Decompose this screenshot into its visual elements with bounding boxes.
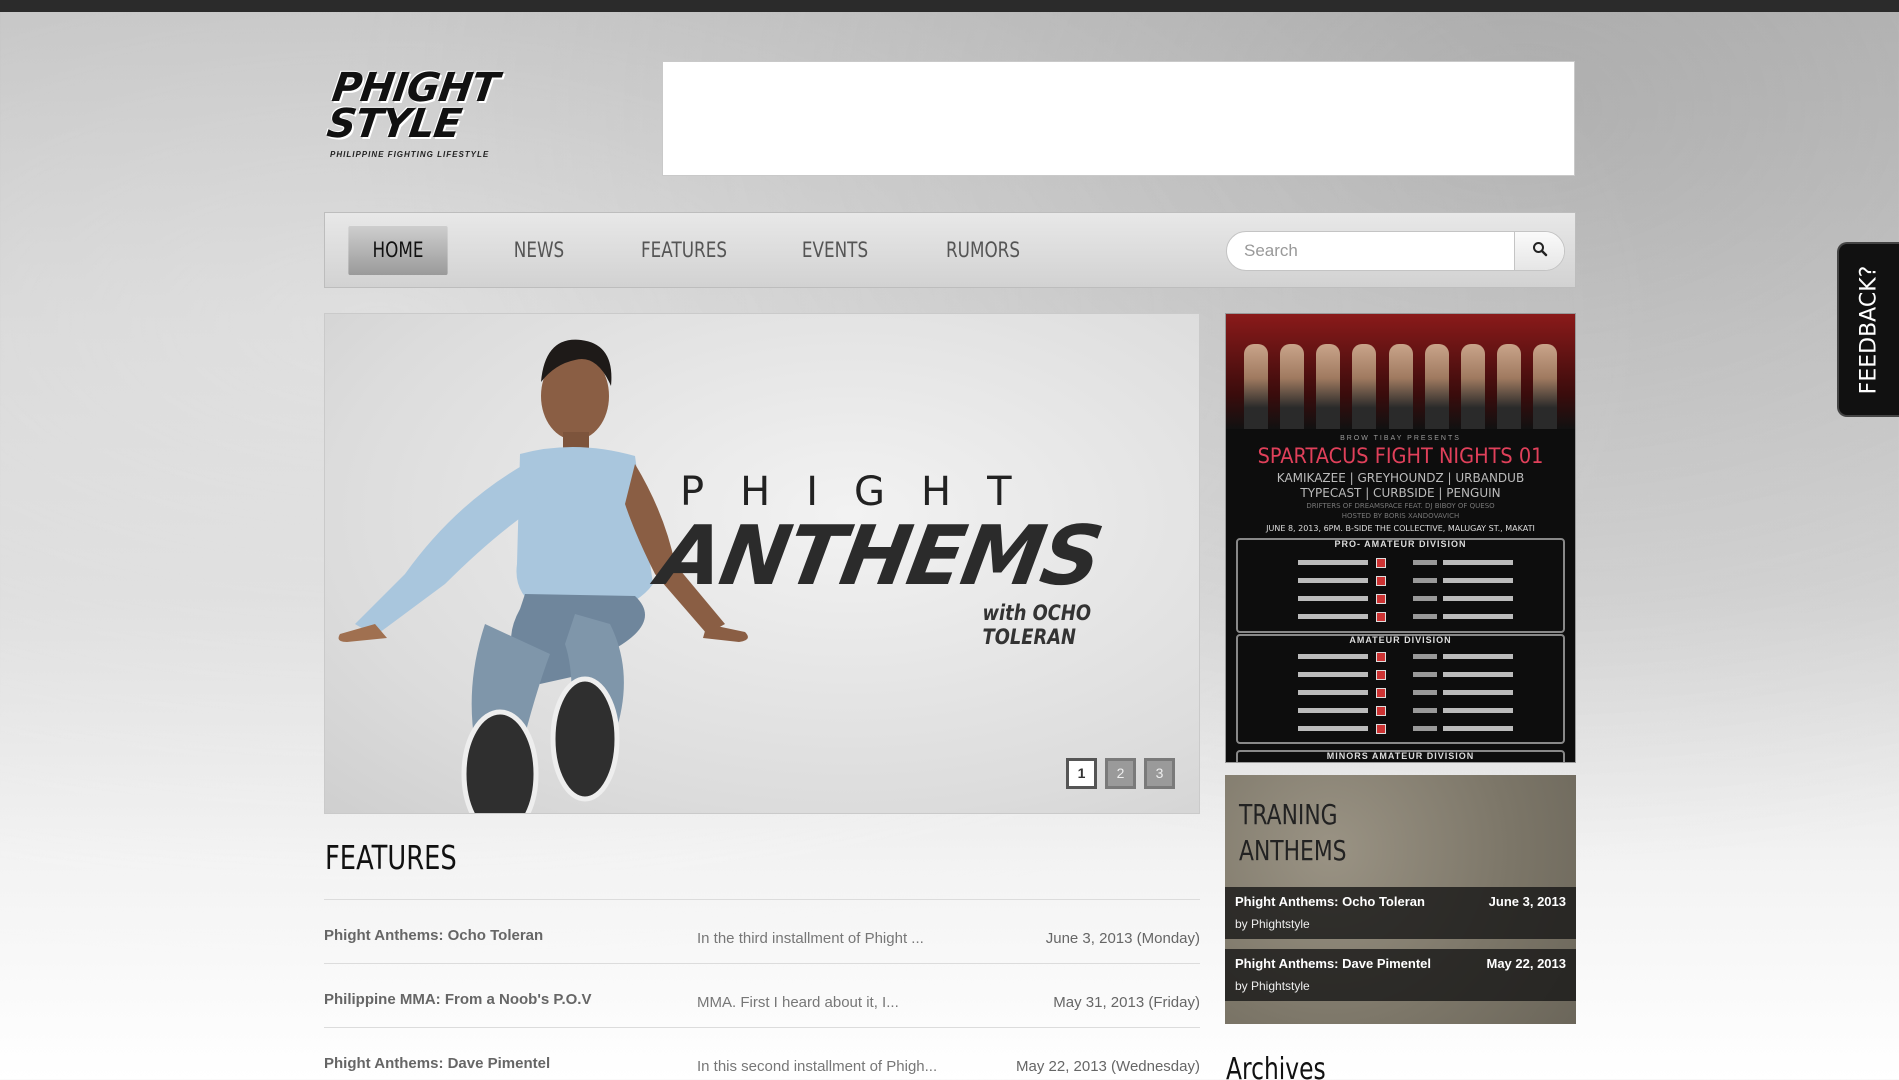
logo-tagline: PHILIPPINE FIGHTING LIFESTYLE xyxy=(330,150,490,159)
top-bar xyxy=(0,0,1899,12)
nav-item-news[interactable]: NEWS xyxy=(504,225,574,275)
slider-page-3[interactable]: 3 xyxy=(1144,758,1175,789)
training-item-byline: by Phightstyle xyxy=(1235,979,1310,993)
feature-title-link[interactable]: Phight Anthems: Ocho Toleran xyxy=(324,927,543,944)
slide-headline-sub: with OCHO TOLERAN xyxy=(982,601,1092,649)
bout-row xyxy=(1258,576,1543,590)
division-title: MINORS AMATEUR DIVISION xyxy=(1326,751,1475,761)
feature-title-link[interactable]: Philippine MMA: From a Noob's P.O.V xyxy=(324,991,591,1008)
training-item-title: Phight Anthems: Dave Pimentel xyxy=(1235,956,1431,971)
fighter-figure xyxy=(1316,344,1341,429)
featured-slider[interactable]: PHIGHT ANTHEMS with OCHO TOLERAN 1 2 3 xyxy=(324,313,1200,814)
feature-row: Phight Anthems: Dave Pimentel In this se… xyxy=(324,1027,1200,1080)
feature-excerpt: In the third installment of Phight ... xyxy=(697,930,924,947)
bout-row xyxy=(1258,594,1543,608)
header-ad-banner xyxy=(662,61,1575,176)
feature-excerpt: MMA. First I heard about it, I... xyxy=(697,994,899,1011)
poster-bands-2: TYPECAST | CURBSIDE | PENGUIN xyxy=(1300,486,1501,500)
division-title: PRO- AMATEUR DIVISION xyxy=(1334,539,1467,549)
poster-host: HOSTED BY BORIS XANDOVAVICH xyxy=(1341,512,1460,520)
poster-venue: JUNE 8, 2013, 6PM. B-SIDE THE COLLECTIVE… xyxy=(1266,524,1535,533)
training-anthems-widget: TRANING ANTHEMS Phight Anthems: Ocho Tol… xyxy=(1225,775,1576,1024)
feedback-tab[interactable]: FEEDBACK? xyxy=(1837,242,1899,417)
slide-headline-main: ANTHEMS xyxy=(651,509,1108,604)
training-item[interactable]: Phight Anthems: Ocho Toleran June 3, 201… xyxy=(1225,887,1576,939)
search-input[interactable] xyxy=(1227,232,1512,270)
search-icon xyxy=(1532,241,1548,262)
nav-item-features[interactable]: FEATURES xyxy=(637,225,731,275)
training-item-date: June 3, 2013 xyxy=(1488,894,1566,909)
feature-excerpt: In this second installment of Phigh... xyxy=(697,1058,938,1075)
amateur-division: AMATEUR DIVISION xyxy=(1236,634,1565,744)
poster-drifters: DRIFTERS OF DREAMSPACE FEAT. DJ BIBOY OF… xyxy=(1306,502,1495,510)
training-item-byline: by Phightstyle xyxy=(1235,917,1310,931)
fighter-figure xyxy=(1244,344,1268,429)
search-box xyxy=(1226,231,1565,271)
poster-presents: BROW TIBAY PRESENTS xyxy=(1340,435,1461,442)
fighter-figure xyxy=(1424,344,1449,429)
nav-item-rumors[interactable]: RUMORS xyxy=(939,225,1027,275)
site-logo[interactable]: PHIGHT STYLE PHILIPPINE FIGHTING LIFESTY… xyxy=(324,65,508,186)
fighter-figure xyxy=(1388,344,1413,429)
slider-pager: 1 2 3 xyxy=(1066,758,1175,789)
bout-row xyxy=(1258,612,1543,626)
feature-date: June 3, 2013 (Monday) xyxy=(1045,930,1200,947)
feature-row: Philippine MMA: From a Noob's P.O.V MMA.… xyxy=(324,963,1200,1027)
poster-title: SPARTACUS FIGHT NIGHTS 01 xyxy=(1257,444,1544,468)
feature-date: May 31, 2013 (Friday) xyxy=(1053,994,1200,1011)
training-item-title: Phight Anthems: Ocho Toleran xyxy=(1235,894,1425,909)
fighter-figure xyxy=(1280,344,1305,429)
minors-division: MINORS AMATEUR DIVISION xyxy=(1236,750,1565,762)
feature-date: May 22, 2013 (Wednesday) xyxy=(1016,1058,1200,1075)
training-anthems-title: TRANING ANTHEMS xyxy=(1239,798,1347,867)
bout-row xyxy=(1258,688,1543,702)
fighter-figure xyxy=(1460,344,1485,429)
nav-item-events[interactable]: EVENTS xyxy=(795,225,875,275)
feature-row: Phight Anthems: Ocho Toleran In the thir… xyxy=(324,899,1200,963)
division-title: AMATEUR DIVISION xyxy=(1349,635,1452,645)
slider-page-1[interactable]: 1 xyxy=(1066,758,1097,789)
event-poster[interactable]: BROW TIBAY PRESENTS SPARTACUS FIGHT NIGH… xyxy=(1225,313,1576,763)
training-item-date: May 22, 2013 xyxy=(1486,956,1566,971)
training-item[interactable]: Phight Anthems: Dave Pimentel May 22, 20… xyxy=(1225,949,1576,1001)
features-list: Phight Anthems: Ocho Toleran In the thir… xyxy=(324,899,1200,1080)
fighter-figure xyxy=(1496,344,1521,429)
search-button[interactable] xyxy=(1514,232,1564,270)
bout-row xyxy=(1258,670,1543,684)
fighter-figure xyxy=(1533,344,1557,429)
main-nav: HOME NEWS FEATURES EVENTS RUMORS xyxy=(324,212,1576,288)
bout-row xyxy=(1258,652,1543,666)
slider-page-2[interactable]: 2 xyxy=(1105,758,1136,789)
poster-bands-1: KAMIKAZEE | GREYHOUNDZ | URBANDUB xyxy=(1276,471,1525,485)
bout-row xyxy=(1258,558,1543,572)
poster-header-art xyxy=(1226,314,1575,429)
nav-item-home[interactable]: HOME xyxy=(348,225,448,275)
logo-wordmark: PHIGHT STYLE xyxy=(324,65,502,147)
bout-row xyxy=(1258,724,1543,738)
feature-title-link[interactable]: Phight Anthems: Dave Pimentel xyxy=(324,1055,550,1072)
features-heading: FEATURES xyxy=(325,838,457,877)
feedback-label: FEEDBACK? xyxy=(1856,265,1882,394)
bout-row xyxy=(1258,706,1543,720)
archives-heading: Archives xyxy=(1226,1052,1326,1080)
pro-amateur-division: PRO- AMATEUR DIVISION xyxy=(1236,538,1565,633)
poster-fighters xyxy=(1244,344,1557,429)
fighter-figure xyxy=(1352,344,1377,429)
